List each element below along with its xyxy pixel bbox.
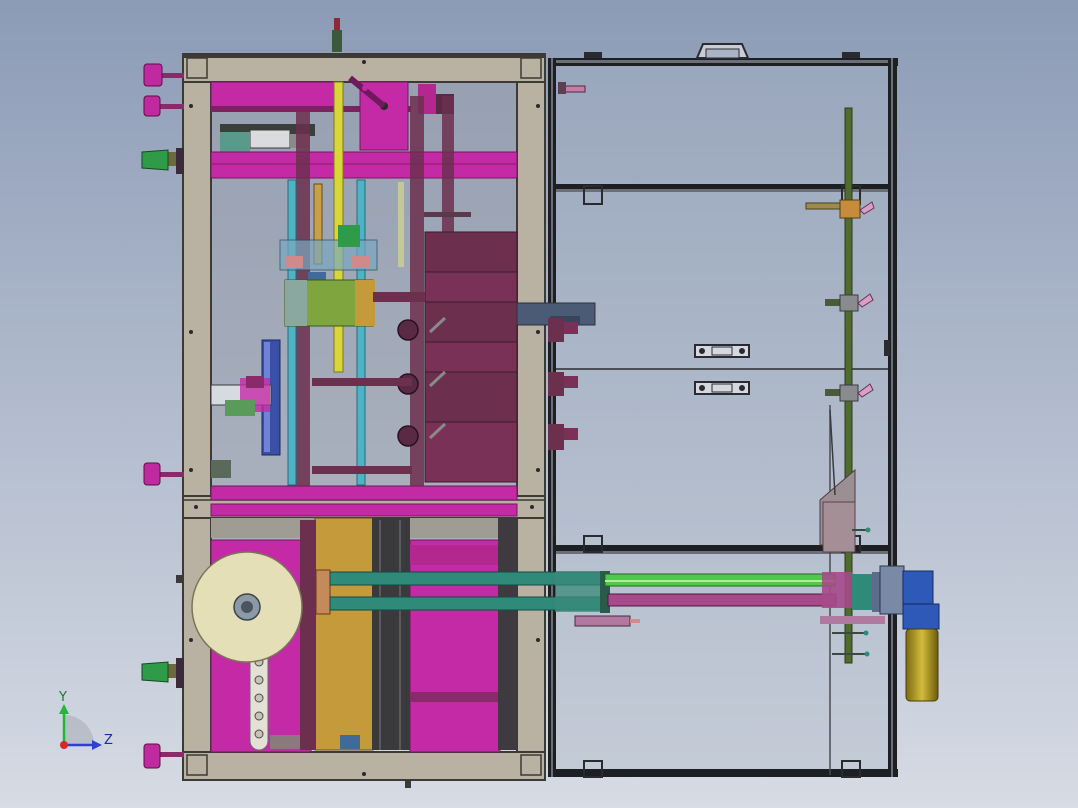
- lower-magenta-bar: [210, 485, 518, 501]
- cad-viewport[interactable]: Y Z: [0, 0, 1078, 808]
- upper-magenta-bar: [210, 151, 518, 179]
- triad-x-axis: [60, 741, 68, 749]
- triad-label-z: Z: [104, 733, 113, 748]
- film-roll: [191, 551, 303, 663]
- triad-label-y: Y: [58, 690, 67, 705]
- top-beam: [182, 53, 546, 83]
- left-post: [182, 53, 212, 781]
- right-post: [516, 53, 546, 781]
- right-frame-glass: [550, 60, 895, 775]
